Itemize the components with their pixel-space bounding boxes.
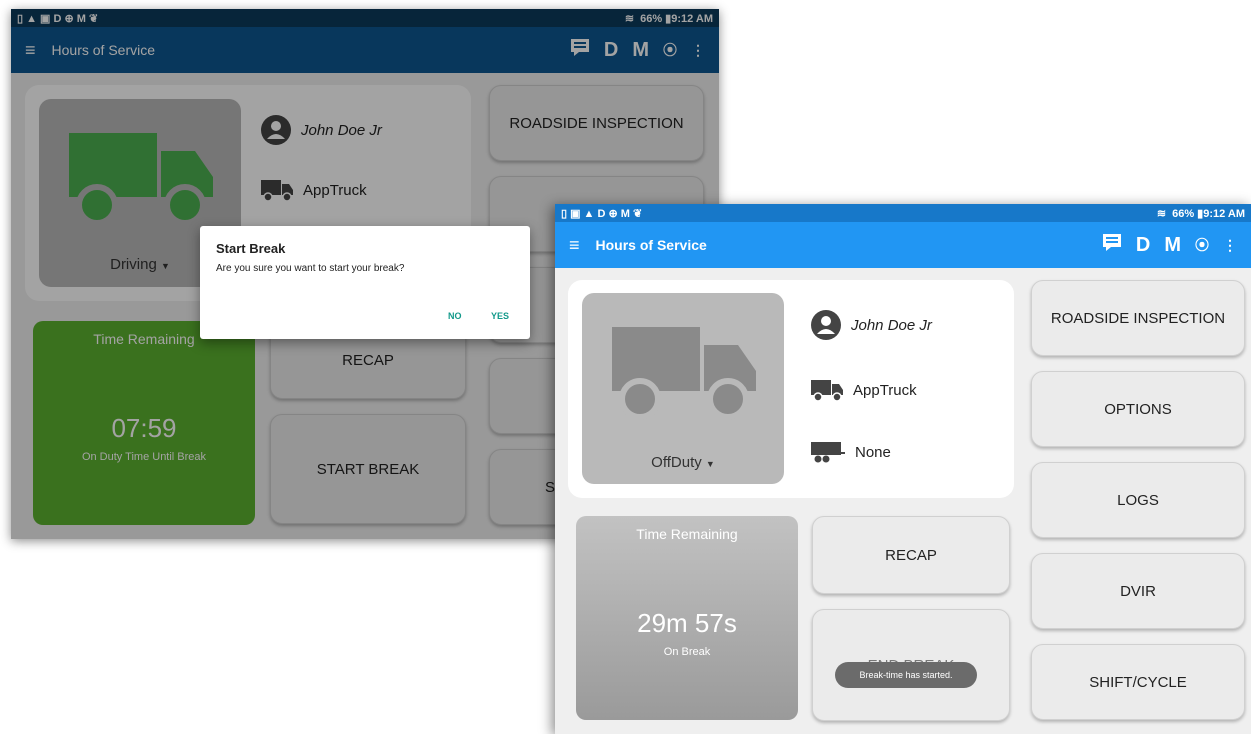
- d-status-icon[interactable]: D: [1136, 234, 1150, 257]
- time-remaining-label: Time Remaining: [636, 526, 738, 542]
- duty-status-box[interactable]: OffDuty ▼: [582, 293, 784, 484]
- driver-name: John Doe Jr: [851, 316, 932, 334]
- driver-card: OffDuty ▼ John Doe Jr AppTruck None: [568, 280, 1014, 498]
- trailer-name: None: [855, 443, 891, 461]
- menu-icon[interactable]: ≡: [569, 235, 580, 256]
- trailer-row: None: [811, 440, 891, 464]
- app-bar: ≡ Hours of Service D M ⦿ ⋮: [555, 222, 1251, 268]
- notification-icons: ▯ ▣ ▲ D ⊕ M ❦: [561, 207, 643, 220]
- roadside-inspection-button[interactable]: ROADSIDE INSPECTION: [1031, 280, 1245, 356]
- duty-status-dropdown[interactable]: OffDuty ▼: [582, 454, 784, 471]
- overflow-icon[interactable]: ⋮: [1223, 237, 1237, 254]
- break-started-toast: Break-time has started.: [835, 662, 977, 688]
- battery-time: 66% ▮9:12 AM: [1172, 207, 1245, 220]
- vehicle-name: AppTruck: [853, 381, 917, 399]
- m-status-icon[interactable]: M: [1164, 234, 1181, 257]
- app-title: Hours of Service: [595, 237, 707, 253]
- time-remaining-value: 29m 57s: [637, 608, 737, 638]
- dialog-no-button[interactable]: NO: [448, 311, 462, 321]
- shift-cycle-button[interactable]: SHIFT/CYCLE: [1031, 644, 1245, 720]
- time-remaining-panel: Time Remaining 29m 57s On Break: [576, 516, 798, 720]
- options-button[interactable]: OPTIONS: [1031, 371, 1245, 447]
- truck-small-icon: [811, 380, 843, 402]
- vehicle-row: AppTruck: [811, 378, 917, 402]
- status-bar: ▯ ▣ ▲ D ⊕ M ❦ ≋ 66% ▮9:12 AM: [555, 204, 1251, 222]
- wifi-icon: ≋: [1156, 207, 1167, 220]
- message-icon[interactable]: [1102, 233, 1122, 257]
- trailer-icon: [811, 442, 845, 463]
- recap-button[interactable]: RECAP: [812, 516, 1010, 594]
- dvir-button[interactable]: DVIR: [1031, 553, 1245, 629]
- driver-row: John Doe Jr: [811, 310, 932, 340]
- logs-button[interactable]: LOGS: [1031, 462, 1245, 538]
- screen-on-break: ▯ ▣ ▲ D ⊕ M ❦ ≋ 66% ▮9:12 AM ≡ Hours of …: [555, 204, 1251, 734]
- person-icon: [811, 310, 841, 340]
- dialog-yes-button[interactable]: YES: [491, 311, 509, 321]
- dialog-title: Start Break: [216, 241, 286, 256]
- dialog-message: Are you sure you want to start your brea…: [216, 263, 405, 274]
- start-break-dialog: Start Break Are you sure you want to sta…: [200, 226, 530, 339]
- broadcast-icon[interactable]: ⦿: [1195, 235, 1209, 255]
- truck-icon: [612, 327, 756, 420]
- time-remaining-sub: On Break: [663, 646, 711, 658]
